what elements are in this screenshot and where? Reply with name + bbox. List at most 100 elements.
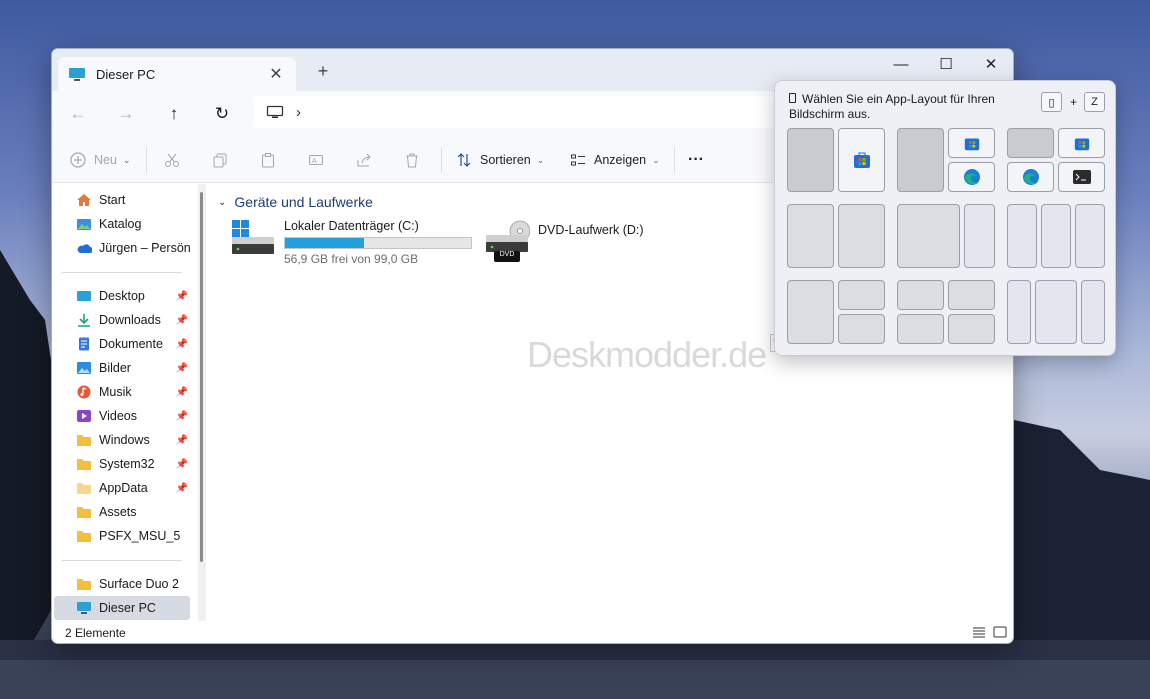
snap-zone-store[interactable] bbox=[1058, 128, 1105, 158]
sidebar-item-label: Dokumente bbox=[99, 337, 163, 351]
close-button[interactable]: ✕ bbox=[968, 49, 1013, 79]
snap-layout-two-halves bbox=[787, 204, 885, 268]
edge-icon bbox=[963, 169, 980, 185]
paste-button[interactable] bbox=[258, 150, 284, 170]
drive-c[interactable]: Lokaler Datenträger (C:) 56,9 GB frei vo… bbox=[230, 219, 472, 266]
tab-dieser-pc[interactable]: Dieser PC ✕ bbox=[58, 57, 296, 91]
sidebar-item-assets[interactable]: Assets bbox=[54, 500, 190, 524]
new-button[interactable]: Neu ⌄ bbox=[68, 150, 130, 170]
pin-icon: 📌 bbox=[175, 338, 188, 350]
snap-zone[interactable] bbox=[897, 280, 944, 310]
dvd-badge: DVD bbox=[499, 251, 515, 258]
sidebar-item-dokumente[interactable]: Dokumente 📌 bbox=[54, 332, 190, 356]
delete-button[interactable] bbox=[402, 150, 428, 170]
sidebar-item-psfx[interactable]: PSFX_MSU_5 bbox=[54, 524, 190, 548]
sidebar-item-appdata[interactable]: AppData 📌 bbox=[54, 476, 190, 500]
pin-icon: 📌 bbox=[175, 482, 188, 494]
snap-zone-terminal[interactable] bbox=[1058, 162, 1105, 192]
new-label: Neu bbox=[94, 153, 117, 167]
snap-zone[interactable] bbox=[838, 204, 885, 268]
snap-zone[interactable] bbox=[1007, 204, 1037, 268]
sidebar-divider bbox=[62, 272, 182, 273]
trash-icon bbox=[402, 152, 422, 168]
back-button[interactable]: ← bbox=[66, 102, 90, 126]
sidebar-item-downloads[interactable]: Downloads 📌 bbox=[54, 308, 190, 332]
sidebar-item-onedrive[interactable]: Jürgen – Persönlich bbox=[54, 236, 190, 260]
snap-zone[interactable] bbox=[1041, 204, 1071, 268]
sidebar-item-surface-duo[interactable]: Surface Duo 2 bbox=[54, 572, 190, 596]
sidebar-item-videos[interactable]: Videos 📌 bbox=[54, 404, 190, 428]
snap-zone[interactable] bbox=[897, 204, 960, 268]
more-options-button[interactable]: ··· bbox=[688, 150, 704, 170]
folder-icon bbox=[77, 435, 91, 446]
key-plus: + bbox=[1070, 95, 1078, 109]
scrollbar-thumb[interactable] bbox=[200, 192, 203, 562]
details-view-icon[interactable] bbox=[972, 626, 986, 638]
chevron-down-icon: ⌄ bbox=[218, 196, 227, 208]
snap-zone[interactable] bbox=[1081, 280, 1105, 344]
snap-zone[interactable] bbox=[787, 128, 834, 192]
sidebar-item-bilder[interactable]: Bilder 📌 bbox=[54, 356, 190, 380]
sidebar-item-start[interactable]: Start bbox=[54, 188, 190, 212]
breadcrumb-chevron[interactable]: › bbox=[296, 104, 301, 121]
folder-icon bbox=[77, 483, 91, 494]
tab-close-button[interactable]: ✕ bbox=[266, 64, 286, 84]
forward-button[interactable]: → bbox=[114, 102, 138, 126]
snap-zone[interactable] bbox=[1035, 280, 1077, 344]
drive-d[interactable]: DVD DVD-Laufwerk (D:) bbox=[484, 219, 644, 265]
snap-zone[interactable] bbox=[787, 280, 834, 344]
sidebar-item-musik[interactable]: Musik 📌 bbox=[54, 380, 190, 404]
sidebar-item-label: Dieser PC bbox=[99, 601, 156, 615]
snap-zone-edge[interactable] bbox=[948, 162, 995, 192]
snap-zone[interactable] bbox=[787, 204, 834, 268]
section-header-devices[interactable]: ⌄ Geräte und Laufwerke bbox=[218, 194, 373, 210]
pin-icon: 📌 bbox=[175, 434, 188, 446]
sidebar-scrollbar[interactable] bbox=[198, 184, 206, 621]
sidebar-item-label: Videos bbox=[99, 409, 137, 423]
sort-button[interactable]: Sortieren ⌄ bbox=[454, 150, 544, 170]
maximize-button[interactable]: ☐ bbox=[923, 49, 969, 79]
refresh-button[interactable]: ↻ bbox=[210, 102, 234, 126]
view-button[interactable]: Anzeigen ⌄ bbox=[568, 150, 660, 170]
sidebar-item-label: Jürgen – Persönlich bbox=[99, 241, 190, 255]
sidebar-item-katalog[interactable]: Katalog bbox=[54, 212, 190, 236]
copy-button[interactable] bbox=[210, 150, 236, 170]
address-field[interactable]: › bbox=[254, 96, 794, 128]
plus-circle-icon bbox=[68, 152, 88, 168]
sidebar-item-label: Katalog bbox=[99, 217, 142, 231]
snap-zone[interactable] bbox=[1075, 204, 1105, 268]
share-button[interactable] bbox=[354, 150, 380, 170]
sidebar-item-windows[interactable]: Windows 📌 bbox=[54, 428, 190, 452]
store-icon bbox=[853, 152, 870, 168]
snap-zone[interactable] bbox=[838, 280, 885, 310]
snap-zone-edge[interactable] bbox=[1007, 162, 1054, 192]
pin-icon: 📌 bbox=[175, 362, 188, 374]
sidebar-item-system32[interactable]: System32 📌 bbox=[54, 452, 190, 476]
sidebar-divider bbox=[62, 560, 182, 561]
snap-zone[interactable] bbox=[1007, 280, 1031, 344]
snap-zone[interactable] bbox=[838, 314, 885, 344]
cut-button[interactable] bbox=[162, 150, 188, 170]
snap-zone-store[interactable] bbox=[948, 128, 995, 158]
snap-zone[interactable] bbox=[948, 280, 995, 310]
snap-zone[interactable] bbox=[1007, 128, 1054, 158]
snap-zone[interactable] bbox=[964, 204, 995, 268]
snap-layouts-flyout: Wählen Sie ein App-Layout für Ihren Bild… bbox=[774, 80, 1116, 356]
store-icon bbox=[964, 138, 979, 151]
win-key: ▯ bbox=[1041, 92, 1062, 112]
drive-name: Lokaler Datenträger (C:) bbox=[284, 219, 419, 233]
rename-button[interactable]: A bbox=[306, 150, 332, 170]
snap-zone[interactable] bbox=[948, 314, 995, 344]
snap-layout-quarters bbox=[1007, 128, 1105, 192]
device-icon bbox=[789, 93, 796, 103]
new-tab-button[interactable]: + bbox=[314, 61, 332, 82]
snap-zone[interactable] bbox=[897, 314, 944, 344]
snap-zone-store[interactable] bbox=[838, 128, 885, 192]
tiles-view-icon[interactable] bbox=[993, 626, 1007, 638]
snap-zone[interactable] bbox=[897, 128, 944, 192]
drive-usage-fill bbox=[285, 238, 365, 248]
sidebar-item-desktop[interactable]: Desktop 📌 bbox=[54, 284, 190, 308]
up-button[interactable]: ↑ bbox=[162, 102, 186, 126]
minimize-button[interactable]: — bbox=[878, 49, 924, 79]
sidebar-item-dieser-pc[interactable]: Dieser PC bbox=[54, 596, 190, 620]
